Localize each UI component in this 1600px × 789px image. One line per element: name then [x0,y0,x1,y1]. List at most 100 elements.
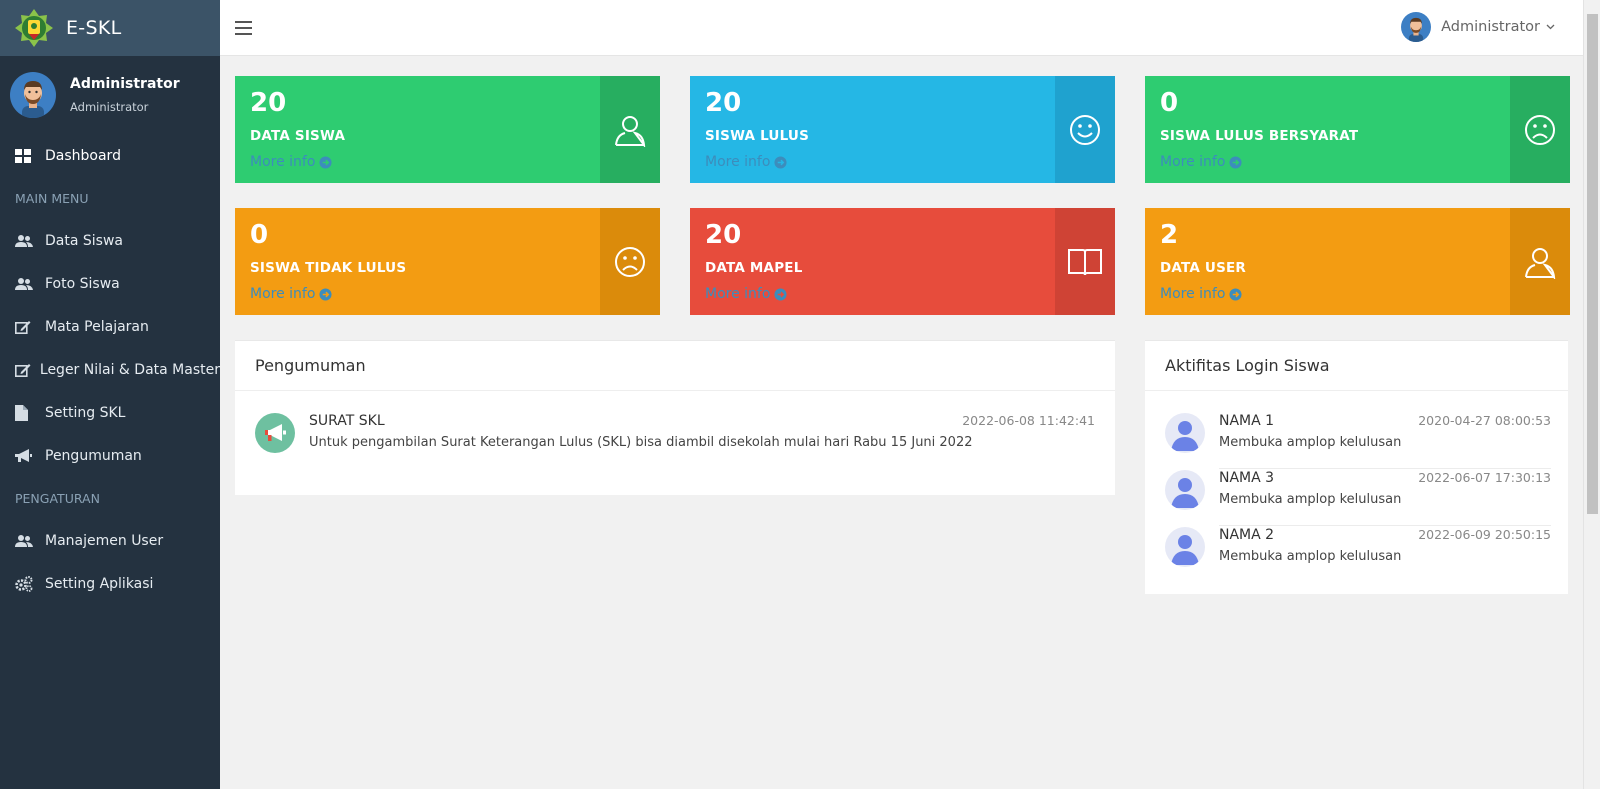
sidebar-item-label: Dashboard [45,147,121,164]
user-outline-icon [1525,247,1556,279]
hamburger-menu-icon[interactable] [234,18,254,38]
login-activity-item: NAMA 2 2022-06-09 20:50:15 Membuka amplo… [1165,527,1551,583]
stat-value: 20 [705,220,742,250]
more-info-link[interactable]: More info [250,286,332,302]
login-date: 2022-06-07 17:30:13 [1418,470,1551,485]
panel-title: Pengumuman [235,341,1115,391]
user-outline-icon [615,115,646,147]
users-icon [15,234,33,247]
school-logo-icon [15,9,53,47]
login-action: Membuka amplop kelulusan [1219,549,1402,564]
announcement-title: SURAT SKL [309,413,385,429]
sidebar-item-label: Leger Nilai & Data Master [39,361,220,378]
sidebar-item-label: Pengumuman [45,447,142,464]
stat-icon-cell [1510,76,1570,183]
sidebar-item-label: Setting SKL [45,404,126,421]
stat-label: SISWA LULUS BERSYARAT [1160,128,1359,144]
arrow-circle-right-icon [774,287,787,301]
more-info-label: More info [705,154,771,170]
more-info-label: More info [250,286,316,302]
arrow-circle-right-icon [1229,287,1242,301]
user-role: Administrator [70,100,149,114]
avatar [10,72,56,118]
stat-icon-cell [1055,76,1115,183]
sidebar-item-data-siswa[interactable]: Data Siswa [0,219,220,262]
divider [1219,468,1551,469]
menu-header-main: MAIN MENU [15,190,89,206]
brand[interactable]: E-SKL [0,0,220,56]
login-activity-item: NAMA 3 2022-06-07 17:30:13 Membuka amplo… [1165,470,1551,526]
more-info-link[interactable]: More info [705,154,787,170]
sidebar: E-SKL Administrator Administrator Dashbo… [0,0,220,789]
user-menu-dropdown[interactable]: Administrator [1401,12,1555,42]
frown-icon [615,246,645,277]
login-activity-panel: Aktifitas Login Siswa NAMA 1 2020-04-27 … [1145,340,1568,594]
stat-data-siswa: 20 DATA SISWA More info [235,76,660,183]
stat-label: DATA SISWA [250,128,346,144]
more-info-label: More info [705,286,771,302]
more-info-link[interactable]: More info [250,154,332,170]
more-info-label: More info [1160,154,1226,170]
stat-icon-cell [600,208,660,315]
stat-siswa-lulus-bersyarat: 0 SISWA LULUS BERSYARAT More info [1145,76,1570,183]
gears-icon [15,575,33,592]
more-info-label: More info [250,154,316,170]
frown-icon [1525,114,1555,145]
sidebar-item-pengumuman[interactable]: Pengumuman [0,434,220,477]
menu-header-settings: PENGATURAN [15,490,100,506]
topbar: Administrator [220,0,1583,56]
stat-value: 0 [250,220,269,250]
divider [1219,525,1551,526]
app-title: E-SKL [66,17,122,39]
sidebar-item-mata-pelajaran[interactable]: Mata Pelajaran [0,305,220,348]
sidebar-item-label: Manajemen User [45,532,164,549]
stat-data-user: 2 DATA USER More info [1145,208,1570,315]
sidebar-item-leger-nilai[interactable]: Leger Nilai & Data Master [0,348,220,391]
user-panel: Administrator Administrator [0,56,220,134]
bullhorn-icon [15,448,32,462]
more-info-link[interactable]: More info [1160,154,1242,170]
chevron-down-icon [1546,24,1555,30]
sidebar-item-setting-aplikasi[interactable]: Setting Aplikasi [0,562,220,605]
edit-icon [15,363,31,377]
stat-value: 0 [1160,88,1179,118]
stat-siswa-tidak-lulus: 0 SISWA TIDAK LULUS More info [235,208,660,315]
stat-value: 20 [705,88,742,118]
announcement-text: Untuk pengambilan Surat Keterangan Lulus… [309,435,973,450]
more-info-label: More info [1160,286,1226,302]
stat-siswa-lulus: 20 SISWA LULUS More info [690,76,1115,183]
student-avatar [1165,527,1205,567]
arrow-circle-right-icon [319,155,332,169]
scrollbar-thumb[interactable] [1587,14,1598,514]
more-info-link[interactable]: More info [1160,286,1242,302]
sidebar-item-setting-skl[interactable]: Setting SKL [0,391,220,434]
vertical-scrollbar[interactable] [1583,0,1600,789]
sidebar-item-dashboard[interactable]: Dashboard [0,134,220,177]
stat-value: 20 [250,88,287,118]
stat-icon-cell [600,76,660,183]
avatar [1401,12,1432,42]
stat-data-mapel: 20 DATA MAPEL More info [690,208,1115,315]
stat-value: 2 [1160,220,1179,250]
users-icon [15,534,33,547]
sidebar-item-manajemen-user[interactable]: Manajemen User [0,519,220,562]
sidebar-item-foto-siswa[interactable]: Foto Siswa [0,262,220,305]
student-avatar [1165,413,1205,453]
book-icon [1068,248,1102,275]
student-avatar [1165,470,1205,510]
smile-icon [1070,114,1100,145]
users-icon [15,277,33,290]
login-date: 2020-04-27 08:00:53 [1418,413,1551,428]
more-info-link[interactable]: More info [705,286,787,302]
bullhorn-icon [265,424,286,441]
topbar-user-name: Administrator [1441,19,1540,35]
announcement-date: 2022-06-08 11:42:41 [962,413,1095,428]
stat-label: DATA USER [1160,260,1247,276]
login-date: 2022-06-09 20:50:15 [1418,527,1551,542]
sidebar-item-label: Foto Siswa [45,275,120,292]
student-name: NAMA 3 [1219,470,1275,486]
login-action: Membuka amplop kelulusan [1219,492,1402,507]
edit-icon [15,320,31,334]
stat-icon-cell [1510,208,1570,315]
login-action: Membuka amplop kelulusan [1219,435,1402,450]
